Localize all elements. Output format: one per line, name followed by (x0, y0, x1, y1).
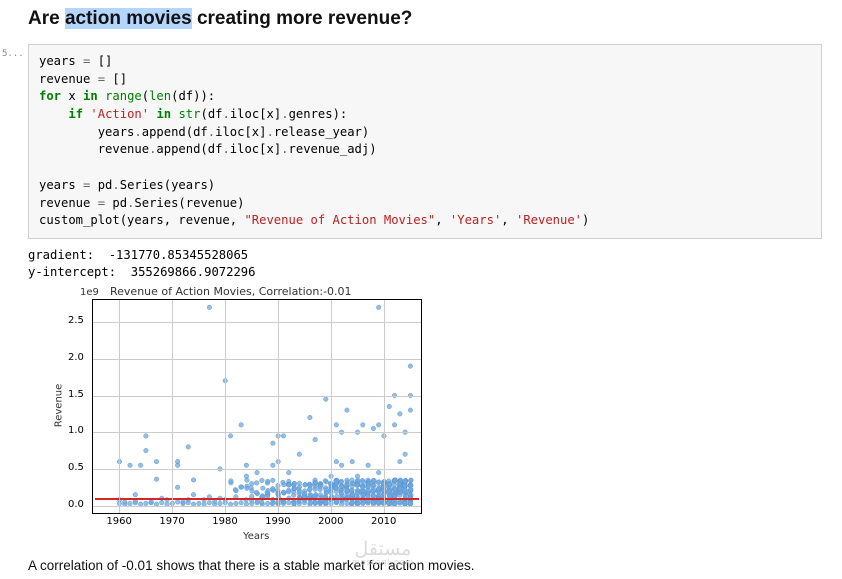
plot-box (92, 299, 422, 514)
fit-line (95, 498, 419, 500)
cell-prompt: 5... (2, 49, 24, 59)
y-tick: 2.0 (68, 352, 84, 363)
y-tick: 1.5 (68, 389, 84, 400)
y-axis-label: Revenue (53, 384, 64, 428)
heading-pre: Are (28, 8, 65, 29)
y-tick: 0.5 (68, 462, 84, 473)
y-units: 1e9 (80, 287, 99, 298)
watermark: مستقل mostaql.com (352, 538, 414, 567)
code-cell[interactable]: years = [] revenue = [] for x in range(l… (28, 44, 822, 239)
gradient-value: -131770.85345528065 (109, 248, 248, 262)
output-text: gradient: -131770.85345528065 y-intercep… (28, 247, 822, 281)
x-tick: 1970 (159, 516, 184, 527)
gradient-label: gradient: (28, 248, 109, 262)
watermark-lat: mostaql.com (352, 557, 414, 567)
heading-highlight: action movies (65, 8, 192, 29)
y-tick: 2.5 (68, 315, 84, 326)
chart-title: Revenue of Action Movies, Correlation:-0… (110, 285, 352, 298)
x-tick: 1960 (106, 516, 131, 527)
x-tick: 1980 (212, 516, 237, 527)
x-tick: 2000 (318, 516, 343, 527)
y-tick: 0.0 (68, 499, 84, 510)
yintercept-label: y-intercept: (28, 265, 131, 279)
x-axis-label: Years (243, 531, 269, 542)
heading-post: creating more revenue? (192, 8, 413, 29)
y-tick: 1.0 (68, 425, 84, 436)
x-tick: 2010 (371, 516, 396, 527)
chart: 1e9 Revenue of Action Movies, Correlatio… (28, 285, 438, 550)
conclusion-text: A correlation of -0.01 shows that there … (28, 558, 822, 573)
section-heading: Are action movies creating more revenue? (28, 8, 822, 30)
yintercept-value: 355269866.9072296 (131, 265, 256, 279)
x-tick: 1990 (265, 516, 290, 527)
